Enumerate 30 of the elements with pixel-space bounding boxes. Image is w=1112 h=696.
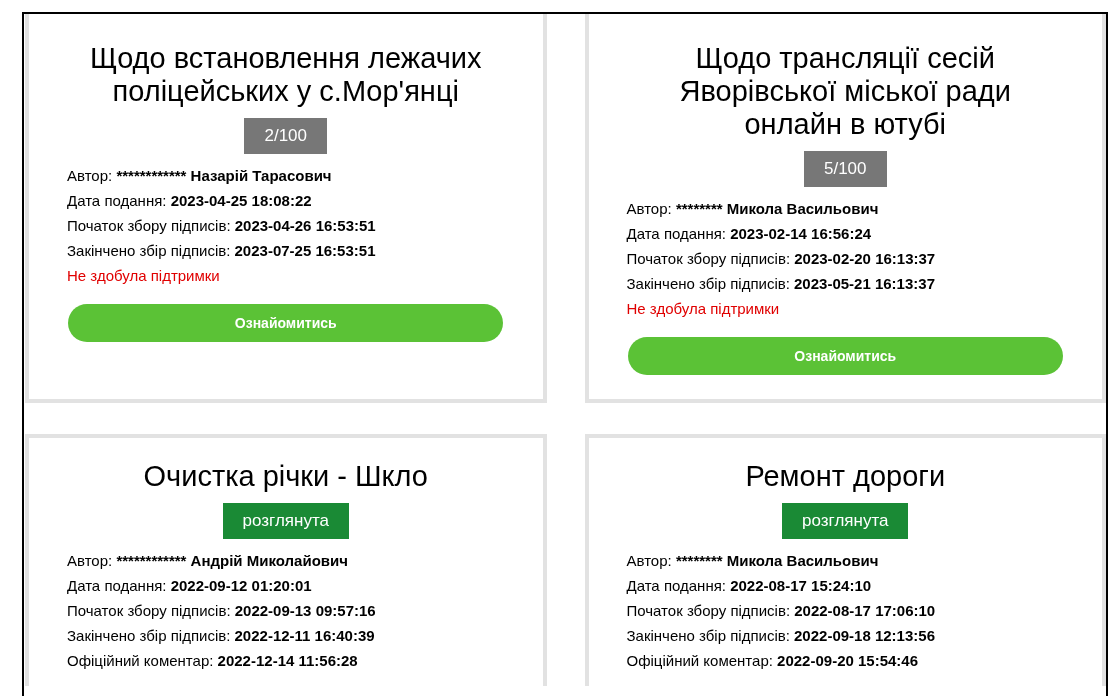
petition-title: Щодо встановлення лежачих поліцейських у с.Мор'янці <box>88 42 483 108</box>
info-line: Дата подання: 2023-04-25 18:08:22 <box>67 191 313 211</box>
status-badge: розглянута <box>782 503 909 539</box>
petition-title: Ремонт дороги <box>745 460 946 493</box>
info-line: Автор: ******** Микола Васильович <box>626 199 880 219</box>
signature-count-badge: 5/100 <box>803 151 887 187</box>
info-line: Початок збору підписів: 2022-08-17 17:06:10 <box>626 601 937 621</box>
status-badge: розглянута <box>222 503 349 539</box>
info-line: Закінчено збір підписів: 2023-07-25 16:53:51 <box>67 241 377 261</box>
info-line: Дата подання: 2022-08-17 15:24:10 <box>626 576 873 596</box>
petition-title: Щодо трансляції сесій Яворівської міської ради онлайн в ютубі <box>678 42 1012 141</box>
info-line: Дата подання: 2023-02-14 16:56:24 <box>626 224 873 244</box>
info-line: Закінчено збір підписів: 2022-09-18 12:13:56 <box>626 626 936 646</box>
info-line: Початок збору підписів: 2023-04-26 16:53:51 <box>67 216 377 236</box>
info-line: Офіційний коментар: 2022-12-14 11:56:28 <box>67 651 359 671</box>
info-line: Офіційний коментар: 2022-09-20 15:54:46 <box>626 651 920 671</box>
status-text: Не здобула підтримки <box>67 266 221 286</box>
info-line: Початок збору підписів: 2022-09-13 09:57:16 <box>67 601 377 621</box>
info-line: Автор: ******** Микола Васильович <box>626 551 880 571</box>
info-line: Закінчено збір підписів: 2023-05-21 16:13:37 <box>626 274 936 294</box>
petition-title: Очистка річки - Шкло <box>143 460 428 493</box>
info-line: Автор: ************ Андрій Миколайович <box>67 551 349 571</box>
info-line: Дата подання: 2022-09-12 01:20:01 <box>67 576 313 596</box>
info-line: Закінчено збір підписів: 2022-12-11 16:40:39 <box>67 626 376 646</box>
info-line: Автор: ************ Назарій Тарасович <box>67 166 333 186</box>
view-button[interactable]: Ознайомитись <box>627 337 1063 375</box>
view-button[interactable]: Ознайомитись <box>68 304 504 342</box>
info-line: Початок збору підписів: 2023-02-20 16:13:37 <box>626 249 937 269</box>
signature-count-badge: 2/100 <box>244 118 327 154</box>
status-text: Не здобула підтримки <box>626 299 781 319</box>
